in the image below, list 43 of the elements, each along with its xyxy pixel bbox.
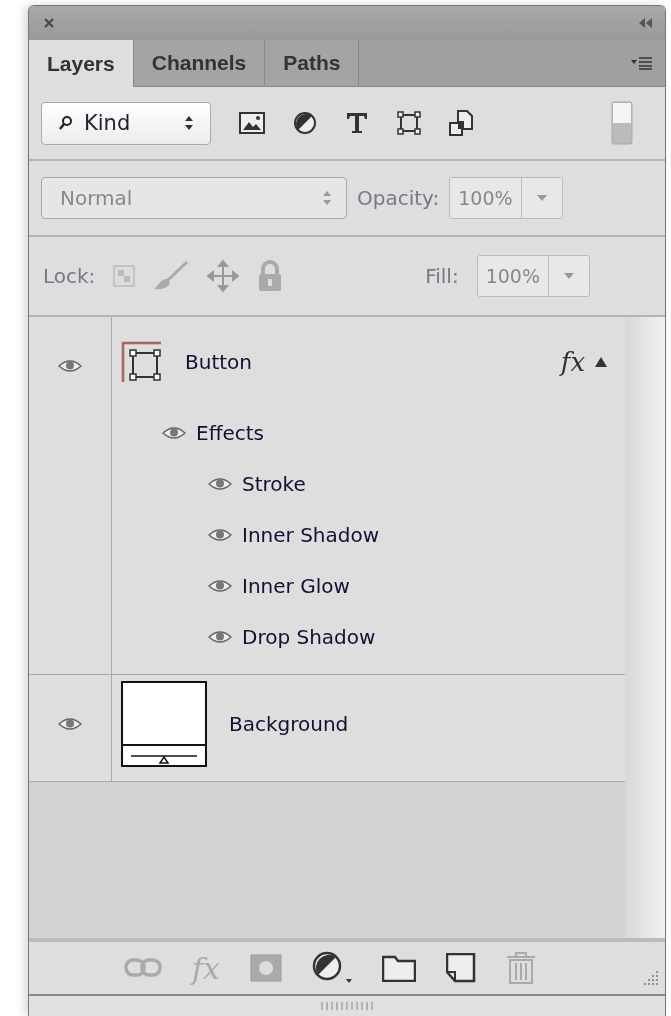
layer-row[interactable]: Background <box>29 675 626 782</box>
eye-icon[interactable] <box>208 629 232 644</box>
effect-name: Stroke <box>242 471 306 496</box>
stepper-icon <box>184 115 194 131</box>
panel-tab[interactable]: Paths <box>265 40 360 86</box>
eye-icon[interactable] <box>162 425 186 440</box>
kind-dropdown[interactable]: Kind <box>41 101 211 145</box>
layer-name: Background <box>229 712 349 736</box>
layer-name: Button <box>185 350 252 374</box>
menu-icon[interactable] <box>631 56 653 70</box>
fill-label: Fill: <box>425 264 459 288</box>
eye-icon[interactable] <box>58 717 82 731</box>
collapse-triangle-icon[interactable] <box>595 357 608 367</box>
stepper-icon <box>322 190 332 206</box>
filter-toggle[interactable] <box>611 101 633 145</box>
close-icon[interactable] <box>43 17 55 29</box>
image-icon[interactable] <box>239 112 265 134</box>
eye-icon[interactable] <box>208 578 232 593</box>
effect-name: Drop Shadow <box>242 624 376 649</box>
panel-tab[interactable]: Layers <box>29 40 134 87</box>
search-icon <box>58 115 74 131</box>
effects-indicator: fx <box>560 347 586 377</box>
eye-icon[interactable] <box>208 527 232 542</box>
shape-icon[interactable] <box>397 111 421 135</box>
effect-name: Inner Glow <box>242 573 350 598</box>
folder-icon[interactable] <box>382 954 417 982</box>
opacity-label: Opacity: <box>357 186 440 210</box>
eye-icon[interactable] <box>208 476 232 491</box>
drag-handle-icon[interactable] <box>321 1002 373 1010</box>
half-circle-icon[interactable] <box>293 111 317 135</box>
type-icon[interactable] <box>345 111 369 135</box>
lock-label: Lock: <box>43 264 96 288</box>
half-circle-icon[interactable] <box>312 951 353 985</box>
panel-tab[interactable]: Channels <box>133 40 266 86</box>
scrollbar[interactable] <box>625 317 665 938</box>
new-page-icon[interactable] <box>446 953 477 983</box>
smart-object-icon[interactable] <box>449 110 473 136</box>
effects-label: Effects <box>196 420 264 445</box>
effect-name: Inner Shadow <box>242 522 380 547</box>
layer-row[interactable]: Button fx Effects Stroke Inner Shadow Inner Glow Drop Shadow <box>29 317 626 675</box>
eye-icon[interactable] <box>58 359 82 373</box>
collapse-icon[interactable] <box>639 18 653 28</box>
checker-icon[interactable] <box>113 265 136 287</box>
